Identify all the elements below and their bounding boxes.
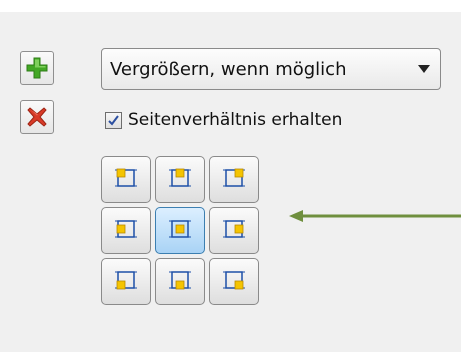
- plus-icon: [26, 57, 48, 79]
- anchor-top-center-icon: [166, 164, 194, 196]
- anchor-top-right-button[interactable]: [209, 156, 259, 203]
- anchor-top-right-icon: [220, 164, 248, 196]
- anchor-bottom-right-icon: [220, 266, 248, 298]
- anchor-top-left-icon: [112, 164, 140, 196]
- add-button[interactable]: [20, 51, 54, 85]
- anchor-middle-right-icon: [220, 215, 248, 247]
- scale-mode-value: Vergrößern, wenn möglich: [110, 58, 347, 80]
- pointer-arrow-icon: [289, 210, 461, 222]
- anchor-top-center-button[interactable]: [155, 156, 205, 203]
- scale-mode-select[interactable]: Vergrößern, wenn möglich: [101, 48, 441, 90]
- chevron-down-icon: [418, 65, 430, 73]
- anchor-top-left-button[interactable]: [101, 156, 151, 203]
- checkmark-icon: [108, 114, 119, 126]
- anchor-bottom-left-button[interactable]: [101, 258, 151, 305]
- anchor-middle-left-icon: [112, 215, 140, 247]
- keep-aspect-row[interactable]: Seitenverhältnis erhalten: [105, 110, 342, 130]
- anchor-bottom-left-icon: [112, 266, 140, 298]
- anchor-bottom-center-icon: [166, 266, 194, 298]
- anchor-bottom-center-button[interactable]: [155, 258, 205, 305]
- anchor-center-icon: [166, 215, 194, 247]
- delete-x-icon: [26, 106, 48, 128]
- anchor-center-button[interactable]: [155, 207, 205, 254]
- delete-button[interactable]: [20, 100, 54, 134]
- anchor-settings-panel: Vergrößern, wenn möglich Seitenverhältni…: [0, 12, 461, 352]
- anchor-bottom-right-button[interactable]: [209, 258, 259, 305]
- keep-aspect-label: Seitenverhältnis erhalten: [128, 110, 343, 130]
- keep-aspect-checkbox[interactable]: [105, 111, 122, 129]
- anchor-middle-right-button[interactable]: [209, 207, 259, 254]
- anchor-grid: [101, 156, 259, 305]
- anchor-middle-left-button[interactable]: [101, 207, 151, 254]
